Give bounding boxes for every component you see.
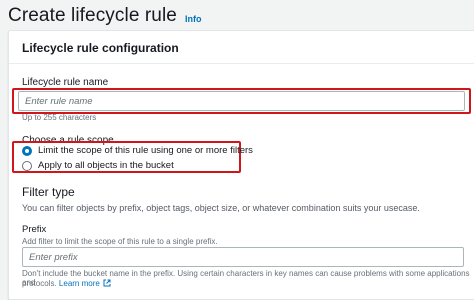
radio-selected-icon[interactable]: [22, 145, 32, 156]
page-title: Create lifecycle rule: [8, 5, 177, 26]
prefix-description: Add filter to limit the scope of this ru…: [22, 237, 218, 246]
panel-divider: [9, 63, 474, 64]
scope-option-filters[interactable]: Limit the scope of this rule using one o…: [22, 145, 253, 156]
scope-option-all-objects-label: Apply to all objects in the bucket: [38, 160, 174, 171]
prefix-placeholder: Enter prefix: [29, 251, 78, 263]
lifecycle-rule-configuration-panel: Lifecycle rule configuration Lifecycle r…: [8, 30, 474, 300]
scope-option-all-objects[interactable]: Apply to all objects in the bucket: [22, 160, 174, 171]
radio-unselected-icon[interactable]: [22, 160, 32, 171]
prefix-hint-line2: protocols. Learn more: [22, 279, 111, 288]
prefix-label: Prefix: [22, 224, 47, 235]
learn-more-label: Learn more: [58, 279, 100, 288]
rule-name-input[interactable]: Enter rule name: [18, 91, 465, 111]
external-link-icon: [103, 279, 111, 287]
prefix-hint-protocols: protocols.: [22, 279, 57, 288]
prefix-input[interactable]: Enter prefix: [22, 247, 464, 267]
filter-type-title: Filter type: [22, 185, 75, 199]
panel-title: Lifecycle rule configuration: [22, 41, 179, 55]
rule-name-placeholder: Enter rule name: [25, 95, 93, 107]
page-header: Create lifecycle rule Info: [8, 0, 201, 32]
learn-more-link[interactable]: Learn more: [59, 279, 111, 288]
scope-option-filters-label: Limit the scope of this rule using one o…: [38, 145, 253, 156]
rule-name-label: Lifecycle rule name: [22, 77, 109, 88]
rule-name-constraint: Up to 255 characters: [22, 113, 97, 122]
info-link[interactable]: Info: [185, 14, 202, 24]
filter-type-description: You can filter objects by prefix, object…: [22, 203, 420, 213]
